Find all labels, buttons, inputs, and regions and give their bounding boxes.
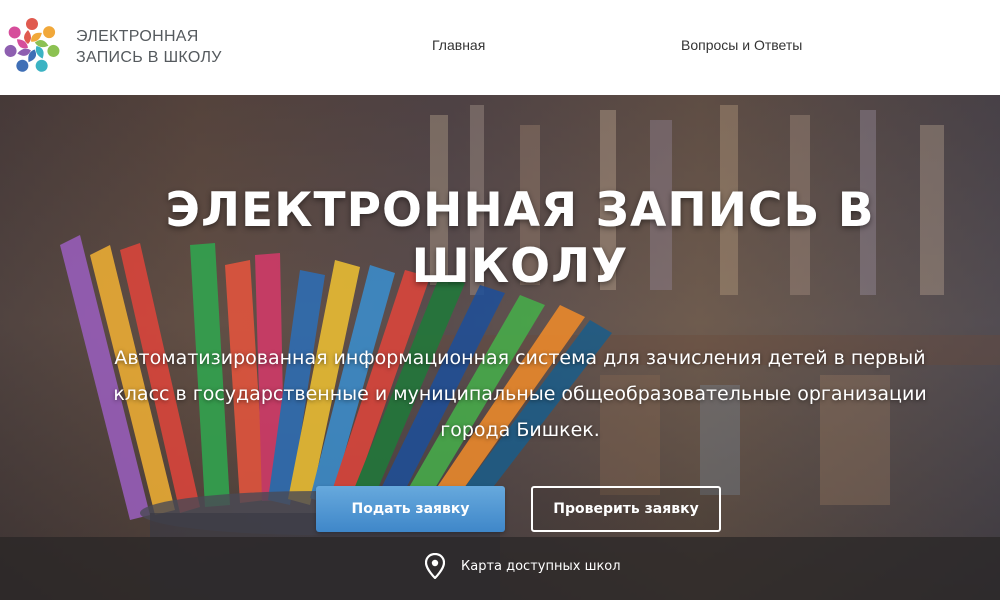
- check-application-button[interactable]: Проверить заявку: [531, 486, 721, 532]
- submit-application-button[interactable]: Подать заявку: [316, 486, 505, 532]
- brand-name[interactable]: ЭЛЕКТРОННАЯ ЗАПИСЬ В ШКОЛУ: [76, 26, 222, 68]
- nav-home-link[interactable]: Главная: [432, 37, 485, 53]
- brand-line-1: ЭЛЕКТРОННАЯ: [76, 28, 199, 45]
- school-map-link[interactable]: Карта доступных школ: [425, 551, 621, 581]
- school-map-label: Карта доступных школ: [461, 558, 621, 574]
- hero-subtitle: Автоматизированная информационная систем…: [113, 347, 927, 441]
- nav-faq-link[interactable]: Вопросы и Ответы: [681, 37, 802, 53]
- hero-section: ЭЛЕКТРОННАЯ ЗАПИСЬ В ШКОЛУ Автоматизиров…: [0, 95, 1000, 600]
- map-pin-icon: [425, 553, 445, 579]
- brand-line-2: ЗАПИСЬ В ШКОЛУ: [76, 49, 222, 66]
- map-bar: Карта доступных школ: [0, 537, 1000, 600]
- hero-title: ЭЛЕКТРОННАЯ ЗАПИСЬ В ШКОЛУ: [165, 183, 875, 294]
- logo-icon[interactable]: [0, 12, 64, 80]
- site-header: ЭЛЕКТРОННАЯ ЗАПИСЬ В ШКОЛУ Главная Вопро…: [0, 0, 1000, 95]
